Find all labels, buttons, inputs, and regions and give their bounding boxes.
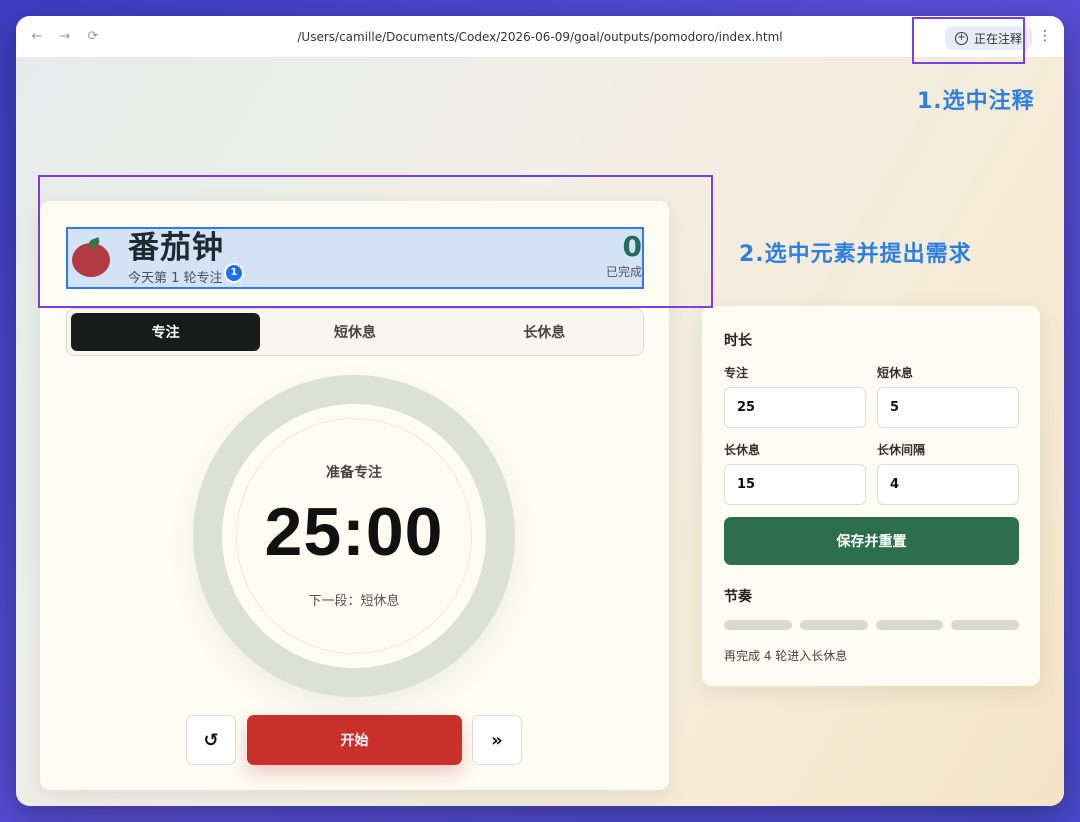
- completed-counter: 0 已完成: [582, 231, 642, 280]
- skip-icon: »: [491, 729, 503, 751]
- nav-controls: ← → ⟳: [16, 28, 102, 46]
- address-bar[interactable]: /Users/camille/Documents/Codex/2026-06-0…: [16, 16, 1064, 58]
- rhythm-segment: [951, 620, 1019, 630]
- start-button[interactable]: 开始: [247, 715, 462, 765]
- tomato-icon: [72, 237, 110, 277]
- annotation-badge[interactable]: 1: [224, 262, 244, 283]
- rhythm-segment: [799, 620, 868, 630]
- timer-face: 准备专注 25:00 下一段：短休息: [222, 404, 486, 668]
- tab-short-break[interactable]: 短休息: [260, 313, 449, 351]
- app-header[interactable]: 番茄钟 今天第 1 轮专注 1 0 已完成: [66, 227, 644, 289]
- short-break-label: 短休息: [877, 366, 914, 380]
- save-reset-button[interactable]: 保存并重置: [724, 517, 1019, 565]
- short-break-input[interactable]: [877, 387, 1019, 428]
- tab-long-break[interactable]: 长休息: [450, 313, 639, 351]
- app-subtitle: 今天第 1 轮专注: [128, 270, 223, 286]
- arrow-left-icon[interactable]: ←: [28, 28, 46, 46]
- page-content: 番茄钟 今天第 1 轮专注 1 0 已完成 专注 短休息 长休息 准备专注 25…: [16, 58, 1064, 806]
- rhythm-segment: [875, 620, 944, 630]
- focus-input[interactable]: [724, 387, 866, 428]
- more-menu-icon[interactable]: ⋮: [1038, 28, 1052, 44]
- completed-count: 0: [622, 230, 642, 263]
- long-break-input[interactable]: [724, 464, 866, 505]
- reset-button[interactable]: ↺: [186, 715, 236, 765]
- annotate-button[interactable]: + 正在注释: [944, 26, 1032, 50]
- annotate-label: 正在注释: [973, 31, 1022, 46]
- app-title: 番茄钟: [128, 229, 224, 266]
- annotation-step2: 2.选中元素并提出需求: [739, 242, 972, 267]
- mode-tabs: 专注 短休息 长休息: [66, 308, 644, 356]
- rhythm-segment: [724, 620, 792, 630]
- long-break-label: 长休息: [724, 443, 761, 457]
- duration-title: 时长: [724, 333, 752, 349]
- rhythm-progress: [724, 620, 1019, 630]
- long-break-interval-label: 长休间隔: [877, 443, 926, 457]
- focus-label: 专注: [724, 366, 749, 380]
- plus-circle-icon: +: [954, 31, 968, 45]
- reload-icon[interactable]: ⟳: [84, 28, 102, 46]
- timer-ring: 准备专注 25:00 下一段：短休息: [193, 375, 515, 697]
- browser-window: ← → ⟳ /Users/camille/Documents/Codex/202…: [16, 16, 1064, 806]
- browser-toolbar: ← → ⟳ /Users/camille/Documents/Codex/202…: [16, 16, 1064, 58]
- rhythm-title: 节奏: [724, 589, 752, 605]
- timer-card: 番茄钟 今天第 1 轮专注 1 0 已完成 专注 短休息 长休息 准备专注 25…: [40, 201, 669, 790]
- settings-card: 时长 专注 短休息 长休息 长休间隔 保存并重置 节奏 再完成 4 轮进入长休息: [702, 306, 1040, 686]
- rhythm-note: 再完成 4 轮进入长休息: [724, 649, 848, 663]
- annotation-step1: 1.选中注释: [917, 89, 1035, 114]
- long-break-interval-input[interactable]: [877, 464, 1019, 505]
- skip-button[interactable]: »: [472, 715, 522, 765]
- reset-icon: ↺: [203, 729, 219, 751]
- tab-focus[interactable]: 专注: [71, 313, 261, 351]
- arrow-right-icon[interactable]: →: [56, 28, 74, 46]
- completed-label: 已完成: [605, 265, 642, 279]
